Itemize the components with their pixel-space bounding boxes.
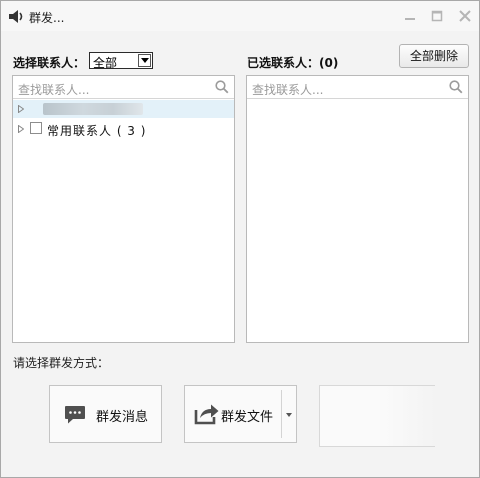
group-checkbox[interactable] bbox=[30, 122, 42, 134]
split-divider bbox=[281, 390, 282, 438]
group-file-label: 群发文件 bbox=[221, 410, 274, 425]
search-placeholder: 查找联系人... bbox=[252, 83, 324, 97]
close-icon[interactable] bbox=[457, 8, 473, 24]
contacts-panel: 查找联系人... 常用联系人 ( 3 ) bbox=[12, 75, 235, 343]
group-message-button[interactable]: 群发消息 bbox=[49, 385, 162, 443]
maximize-icon[interactable] bbox=[429, 8, 445, 24]
selected-contacts-label: 已选联系人：(0) bbox=[247, 56, 339, 70]
group-send-window: 群发... 选择联系人： 全部 查找联系人... 常用联系人 (3) 已选联… bbox=[0, 0, 480, 478]
search-icon[interactable] bbox=[449, 80, 463, 94]
expand-arrow-icon[interactable] bbox=[18, 105, 24, 113]
contact-filter-select[interactable]: 全部 bbox=[89, 52, 153, 70]
expand-arrow-icon[interactable] bbox=[18, 125, 24, 133]
minimize-icon[interactable] bbox=[402, 8, 418, 24]
window-title: 群发... bbox=[29, 11, 65, 25]
title-bar[interactable]: 群发... bbox=[1, 1, 479, 31]
group-label: 常用联系人 ( 3 ) bbox=[47, 124, 147, 138]
group-file-button[interactable]: 群发文件 bbox=[184, 385, 297, 443]
chat-bubble-icon bbox=[65, 406, 85, 424]
delete-all-button[interactable]: 全部删除 bbox=[399, 44, 469, 68]
selected-contacts-panel: 查找联系人... bbox=[246, 75, 469, 343]
send-method-label: 请选择群发方式： bbox=[13, 356, 110, 370]
select-contacts-label: 选择联系人： bbox=[13, 56, 86, 70]
dropdown-arrow-icon[interactable] bbox=[138, 54, 151, 67]
search-placeholder: 查找联系人... bbox=[18, 83, 90, 97]
tree-row-selected[interactable] bbox=[13, 100, 234, 118]
speaker-icon bbox=[9, 10, 23, 23]
selected-search-input[interactable]: 查找联系人... bbox=[247, 76, 468, 99]
search-icon[interactable] bbox=[215, 80, 229, 94]
group-message-label: 群发消息 bbox=[96, 410, 149, 425]
contact-filter-value: 全部 bbox=[93, 56, 118, 70]
share-file-icon bbox=[194, 404, 219, 425]
blurred-contact-name bbox=[43, 103, 143, 115]
dropdown-arrow-icon[interactable] bbox=[286, 413, 292, 417]
contact-search-input[interactable]: 查找联系人... bbox=[13, 76, 234, 99]
blank-option-button[interactable] bbox=[319, 385, 435, 447]
tree-row-group[interactable]: 常用联系人 ( 3 ) bbox=[13, 120, 234, 138]
